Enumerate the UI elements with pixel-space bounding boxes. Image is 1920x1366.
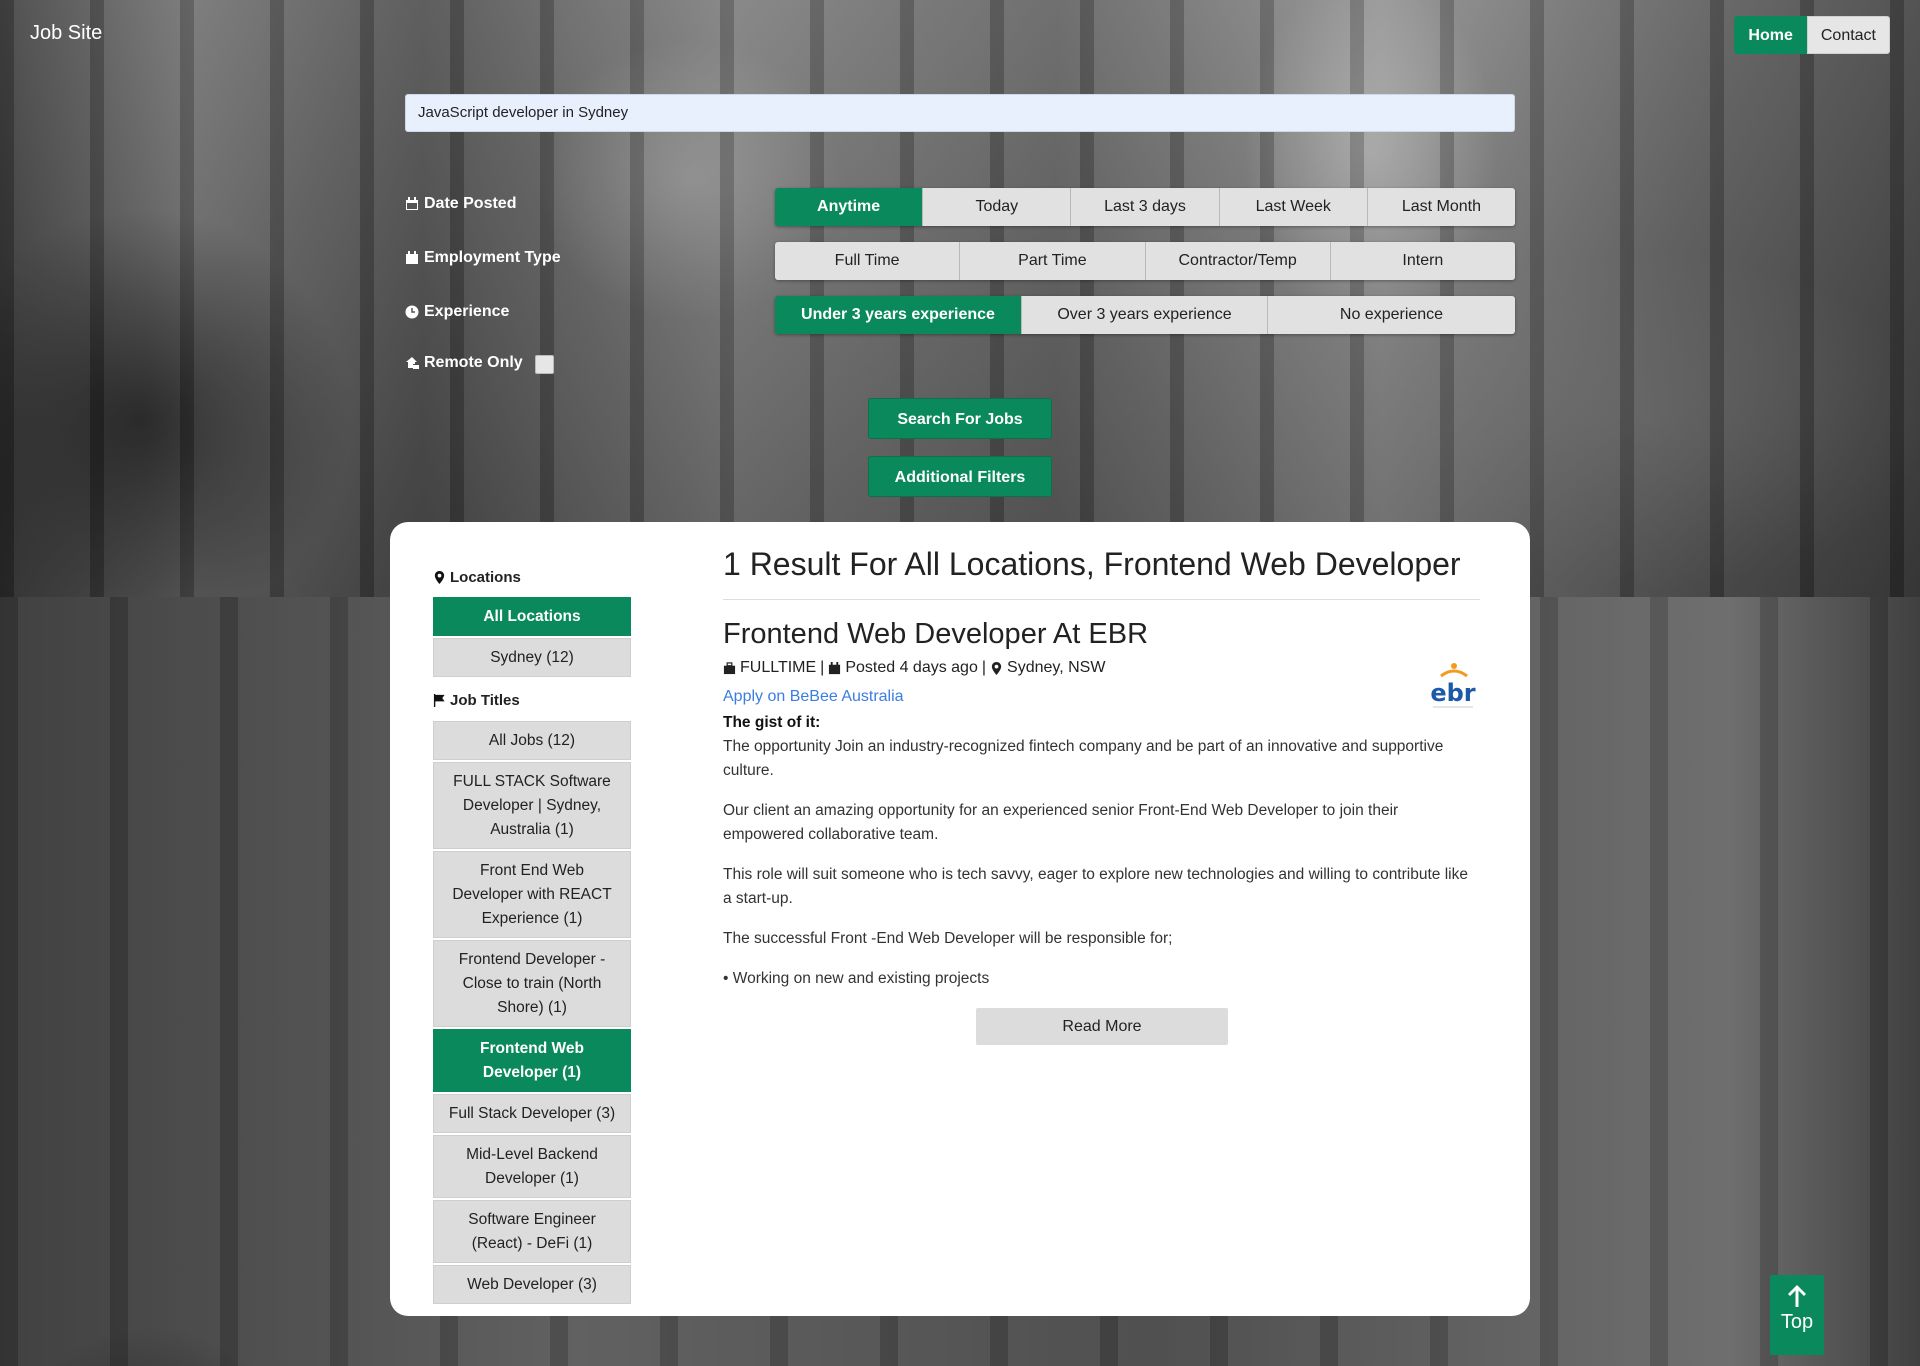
- meta-separator: |: [820, 659, 825, 676]
- results-heading: 1 Result For All Locations, Frontend Web…: [723, 546, 1480, 600]
- locations-list: All Locations Sydney (12): [433, 597, 631, 679]
- map-marker-icon: [434, 571, 445, 584]
- calendar-icon: [406, 251, 418, 264]
- date-posted-option[interactable]: Anytime: [775, 188, 924, 226]
- read-more-button[interactable]: Read More: [976, 1008, 1228, 1045]
- search-input[interactable]: JavaScript developer in Sydney: [405, 94, 1515, 132]
- description-paragraph: This role will suit someone who is tech …: [723, 866, 1468, 907]
- job-description: The gist of it: The opportunity Join an …: [723, 711, 1480, 1007]
- job-titles-heading: Job Titles: [433, 692, 520, 709]
- arrow-up-icon: [1788, 1285, 1806, 1307]
- experience-label: Experience: [405, 303, 509, 321]
- description-paragraph: • Working on new and existing projects: [723, 970, 990, 987]
- date-posted-option[interactable]: Last Week: [1219, 188, 1368, 226]
- scroll-top-button[interactable]: Top: [1770, 1275, 1824, 1355]
- employment-type-text: Employment Type: [424, 249, 561, 266]
- experience-options: Under 3 years experience Over 3 years exp…: [775, 296, 1515, 334]
- date-posted-option[interactable]: Last Month: [1367, 188, 1515, 226]
- briefcase-icon: [723, 661, 736, 674]
- job-title-filter-item[interactable]: Mid-Level Backend Developer (1): [433, 1135, 631, 1198]
- job-title-filter-item[interactable]: Web Developer (3): [433, 1265, 631, 1304]
- job-title-filter-item[interactable]: All Jobs (12): [433, 721, 631, 760]
- clock-icon: [405, 305, 419, 319]
- job-titles-list: All Jobs (12) FULL STACK Software Develop…: [433, 721, 631, 1306]
- nav-home-button[interactable]: Home: [1734, 16, 1807, 54]
- job-title-filter-item[interactable]: Front End Web Developer with REACT Exper…: [433, 851, 631, 938]
- flag-icon: [433, 694, 445, 707]
- description-paragraph: Our client an amazing opportunity for an…: [723, 802, 1399, 843]
- employment-type-option[interactable]: Contractor/Temp: [1145, 242, 1331, 280]
- job-title-filter-item[interactable]: Software Engineer (React) - DeFi (1): [433, 1200, 631, 1263]
- experience-option[interactable]: No experience: [1268, 296, 1515, 334]
- description-paragraph: The opportunity Join an industry-recogni…: [723, 738, 1444, 779]
- date-posted-text: Date Posted: [424, 195, 517, 212]
- meta-separator: |: [981, 659, 987, 676]
- job-meta: FULLTIME | Posted 4 days ago | Sydney, N…: [723, 659, 1105, 677]
- ebr-company-logo: ebr: [1430, 663, 1476, 708]
- job-posted: Posted 4 days ago: [845, 659, 978, 676]
- remote-only-text: Remote Only: [424, 354, 523, 371]
- gist-label: The gist of it:: [723, 714, 821, 731]
- employment-type-label: Employment Type: [405, 249, 561, 267]
- location-filter-item[interactable]: Sydney (12): [433, 638, 631, 677]
- employment-type-option[interactable]: Full Time: [775, 242, 961, 280]
- job-titles-heading-text: Job Titles: [450, 692, 520, 709]
- date-posted-label: Date Posted: [405, 195, 516, 213]
- date-posted-option[interactable]: Today: [923, 188, 1072, 226]
- top-nav: Home Contact: [1734, 16, 1890, 54]
- additional-filters-button[interactable]: Additional Filters: [868, 456, 1052, 497]
- job-title-filter-item[interactable]: Frontend Web Developer (1): [433, 1029, 631, 1092]
- remote-only-label: Remote Only: [405, 354, 523, 372]
- job-title-filter-item[interactable]: Frontend Developer - Close to train (Nor…: [433, 940, 631, 1027]
- apply-link[interactable]: Apply on BeBee Australia: [723, 688, 904, 706]
- search-jobs-button[interactable]: Search For Jobs: [868, 398, 1052, 439]
- house-laptop-icon: [406, 357, 419, 369]
- brand-logo[interactable]: Job Site: [30, 22, 102, 45]
- results-card: Locations All Locations Sydney (12) Job T…: [390, 522, 1530, 1316]
- nav-contact-button[interactable]: Contact: [1806, 16, 1890, 54]
- date-posted-options: Anytime Today Last 3 days Last Week Last Mon…: [775, 188, 1515, 226]
- calendar-icon: [829, 661, 841, 674]
- calendar-icon: [406, 197, 418, 210]
- employment-type-option[interactable]: Intern: [1330, 242, 1515, 280]
- remote-only-checkbox[interactable]: [535, 355, 554, 374]
- job-location: Sydney, NSW: [1007, 659, 1106, 676]
- experience-text: Experience: [424, 303, 510, 320]
- employment-type-options: Full Time Part Time Contractor/Temp Intern: [775, 242, 1515, 280]
- experience-option[interactable]: Over 3 years experience: [1022, 296, 1268, 334]
- employment-type-option[interactable]: Part Time: [960, 242, 1146, 280]
- description-paragraph: The successful Front -End Web Developer …: [723, 930, 1173, 947]
- locations-heading: Locations: [433, 569, 521, 586]
- job-title-filter-item[interactable]: Full Stack Developer (3): [433, 1094, 631, 1133]
- logo-text: ebr: [1430, 679, 1475, 707]
- job-type: FULLTIME: [740, 659, 817, 676]
- job-title-filter-item[interactable]: FULL STACK Software Developer | Sydney, …: [433, 762, 631, 849]
- location-filter-item[interactable]: All Locations: [433, 597, 631, 636]
- map-marker-icon: [991, 661, 1002, 675]
- experience-option[interactable]: Under 3 years experience: [775, 296, 1022, 334]
- scroll-top-label: Top: [1780, 1311, 1814, 1333]
- job-title: Frontend Web Developer At EBR: [723, 618, 1149, 650]
- locations-heading-text: Locations: [450, 569, 521, 586]
- date-posted-option[interactable]: Last 3 days: [1071, 188, 1220, 226]
